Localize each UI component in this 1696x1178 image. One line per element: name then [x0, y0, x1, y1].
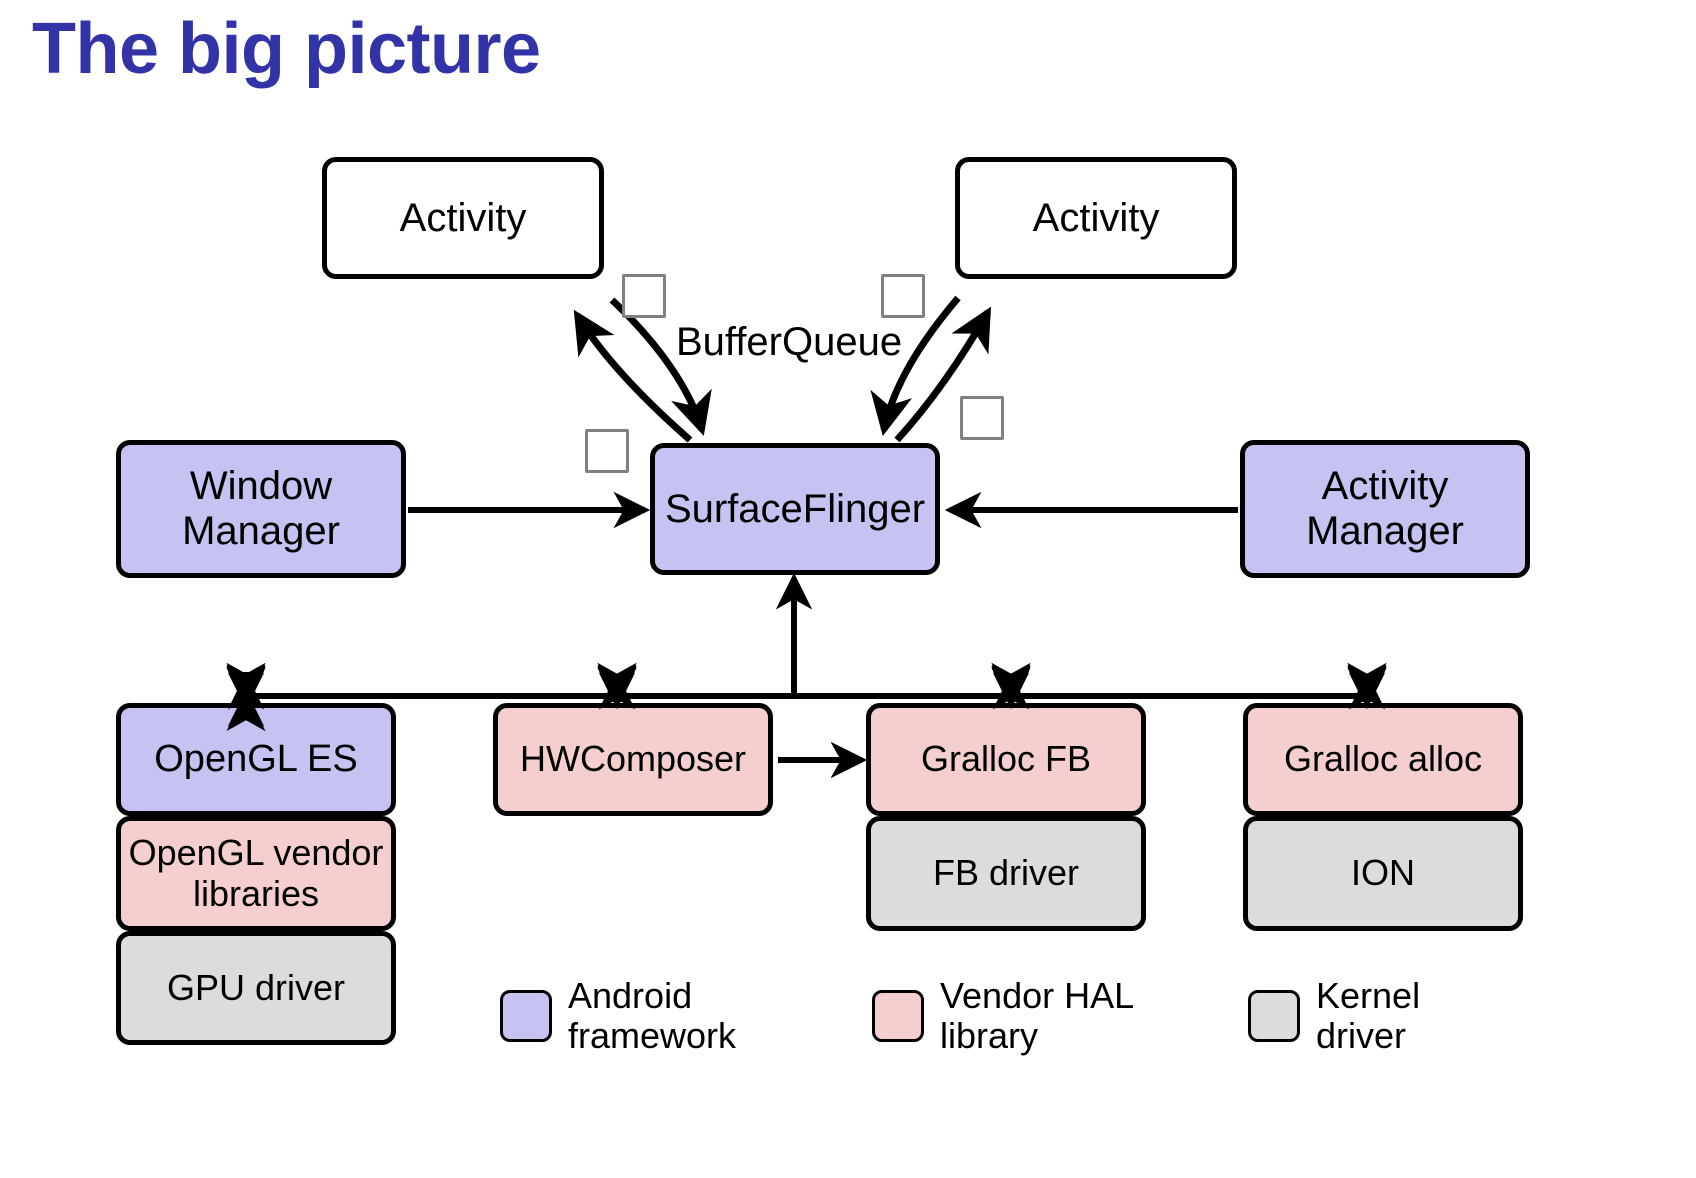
bufferqueue-label: BufferQueue [676, 320, 903, 364]
page-title: The big picture [32, 9, 541, 89]
legend-label-kernel-driver: Kernel driver [1316, 975, 1421, 1057]
gralloc-alloc-box[interactable]: Gralloc alloc [1243, 703, 1523, 816]
gralloc-fb-label: Gralloc FB [920, 738, 1092, 780]
hwcomposer-label: HWComposer [519, 738, 747, 780]
fb-driver-box[interactable]: FB driver [866, 816, 1146, 931]
legend-item-vendor-hal-library: Vendor HAL library [872, 975, 1135, 1057]
legend-label-vendor-hal-library: Vendor HAL library [940, 975, 1135, 1057]
opengl-vendor-libraries-label: OpenGL vendor libraries [128, 832, 384, 914]
activity-box-right-label: Activity [1032, 195, 1160, 240]
legend-label-android-framework: Android framework [568, 975, 737, 1057]
gralloc-fb-box[interactable]: Gralloc FB [866, 703, 1146, 816]
buffer-square-2 [881, 274, 925, 318]
activity-box-left[interactable]: Activity [322, 157, 604, 279]
window-manager-label: Window Manager [182, 464, 340, 553]
ion-label: ION [1350, 852, 1415, 894]
activity-manager-label: Activity Manager [1306, 464, 1464, 553]
legend-item-kernel-driver: Kernel driver [1248, 975, 1421, 1057]
buffer-square-3 [585, 429, 629, 473]
buffer-square-4 [960, 396, 1004, 440]
legend-swatch-android-framework [500, 990, 552, 1043]
fb-driver-label: FB driver [932, 852, 1080, 894]
opengl-vendor-libraries-box[interactable]: OpenGL vendor libraries [116, 816, 396, 931]
slide-canvas: The big picture Activity Activity Buffer… [0, 0, 1696, 1178]
opengl-es-label: OpenGL ES [154, 738, 358, 781]
activity-manager-box[interactable]: Activity Manager [1240, 440, 1530, 578]
window-manager-box[interactable]: Window Manager [116, 440, 406, 578]
legend-swatch-vendor-hal-library [872, 990, 924, 1043]
surfaceflinger-label: SurfaceFlinger [664, 486, 926, 531]
activity-box-right[interactable]: Activity [955, 157, 1237, 279]
legend-swatch-kernel-driver [1248, 990, 1300, 1043]
opengl-es-box[interactable]: OpenGL ES [116, 703, 396, 816]
gpu-driver-label: GPU driver [166, 966, 346, 1008]
edge-surfaceflinger-to-activity-left [573, 309, 693, 443]
gralloc-alloc-label: Gralloc alloc [1283, 738, 1483, 780]
activity-box-left-label: Activity [399, 195, 527, 240]
bus-branch-arrows [227, 668, 1386, 706]
gpu-driver-box[interactable]: GPU driver [116, 931, 396, 1045]
buffer-square-1 [622, 274, 666, 318]
legend-item-android-framework: Android framework [500, 975, 737, 1057]
hwcomposer-box[interactable]: HWComposer [493, 703, 773, 816]
surfaceflinger-box[interactable]: SurfaceFlinger [650, 443, 940, 575]
ion-box[interactable]: ION [1243, 816, 1523, 931]
